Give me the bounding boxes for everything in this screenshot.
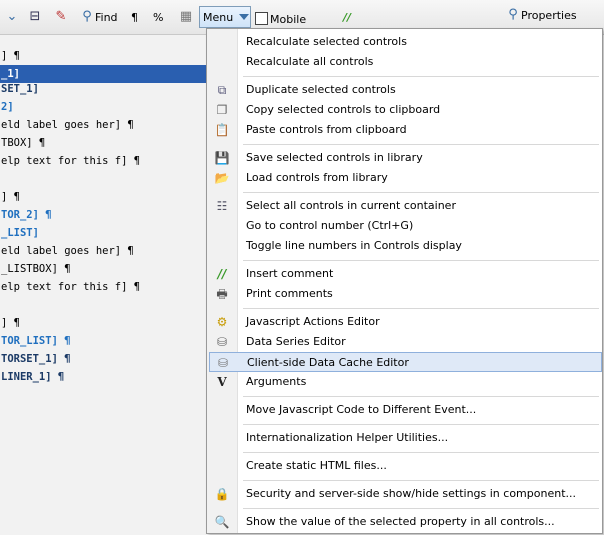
comment-icon[interactable]: // — [343, 7, 351, 27]
search-icon: ⚲ — [82, 9, 92, 24]
printer-icon: 🖶 — [216, 287, 228, 301]
grid-icon[interactable]: ▦ — [178, 7, 194, 27]
menu-item-js-actions[interactable]: ⚙ Javascript Actions Editor — [209, 312, 602, 332]
controls-tree: ] ¶ _1] SET_1] 2] eld label goes her] ¶ … — [0, 35, 207, 535]
tree-line[interactable]: TORSET_1] ¶ — [0, 350, 71, 368]
menu-item-data-cache[interactable]: ⛁ Client-side Data Cache Editor — [209, 352, 602, 372]
tree-icon[interactable]: ⊟ — [27, 7, 43, 27]
menu-item-show-property-value[interactable]: 🔍 Show the value of the selected propert… — [209, 512, 602, 532]
tree-line[interactable]: eld label goes her] ¶ — [0, 242, 134, 260]
save-icon: 💾 — [214, 151, 230, 165]
tree-line[interactable]: ] ¶ — [0, 188, 20, 206]
tree-line[interactable]: _LIST] — [0, 224, 39, 242]
mobile-label: Mobile — [270, 12, 307, 26]
menu-item-print-comments[interactable]: 🖶 Print comments — [209, 284, 602, 304]
wizard-icon[interactable]: ✎ — [53, 7, 69, 27]
dropdown-menu: Recalculate selected controls Recalculat… — [206, 28, 603, 534]
menu-item-i18n[interactable]: Internationalization Helper Utilities... — [209, 428, 602, 448]
find-button[interactable]: ⚲ Find — [79, 7, 118, 27]
find-label: Find — [95, 10, 118, 24]
menu-item-paste[interactable]: 📋 Paste controls from clipboard — [209, 120, 602, 140]
menu-item-toggle-line-numbers[interactable]: Toggle line numbers in Controls display — [209, 236, 602, 256]
database-icon: ⛁ — [216, 335, 228, 349]
properties-label: Properties — [521, 8, 577, 22]
menu-separator — [243, 396, 599, 397]
search-icon: ⚲ — [508, 7, 518, 22]
menu-item-save-library[interactable]: 💾 Save selected controls in library — [209, 148, 602, 168]
menu-separator — [243, 452, 599, 453]
menu-button[interactable]: Menu — [199, 6, 251, 28]
menu-item-load-library[interactable]: 📂 Load controls from library — [209, 168, 602, 188]
menu-item-recalculate-selected[interactable]: Recalculate selected controls — [209, 32, 602, 52]
menu-item-recalculate-all[interactable]: Recalculate all controls — [209, 52, 602, 72]
cache-icon: ⛁ — [217, 356, 229, 370]
menu-item-security[interactable]: 🔒 Security and server-side show/hide set… — [209, 484, 602, 504]
tree-line[interactable]: _LISTBOX] ¶ — [0, 260, 71, 278]
menu-button-label: Menu — [203, 10, 234, 24]
copy-icon: ❐ — [216, 103, 228, 117]
menu-separator — [243, 192, 599, 193]
menu-item-move-js[interactable]: Move Javascript Code to Different Event.… — [209, 400, 602, 420]
menu-separator — [243, 260, 599, 261]
menu-separator — [243, 480, 599, 481]
actions-icon: ⚙ — [216, 315, 228, 329]
menu-item-insert-comment[interactable]: // Insert comment — [209, 264, 602, 284]
menu-separator — [243, 144, 599, 145]
tree-line[interactable]: elp text for this f] ¶ — [0, 278, 140, 296]
tree-line[interactable]: LINER_1] ¶ — [0, 368, 64, 386]
tree-line[interactable]: SET_1] — [0, 80, 39, 98]
menu-separator — [243, 508, 599, 509]
comment-icon: // — [217, 267, 227, 281]
chevron-down-icon — [239, 14, 250, 20]
tree-line[interactable]: 2] — [0, 98, 14, 116]
menu-item-go-to-control[interactable]: Go to control number (Ctrl+G) — [209, 216, 602, 236]
collapse-icon[interactable]: ⌄ — [4, 7, 20, 27]
tree-line[interactable]: TOR_LIST] ¶ — [0, 332, 71, 350]
properties-button[interactable]: ⚲ Properties — [505, 5, 577, 25]
paste-icon: 📋 — [214, 123, 230, 137]
menu-item-static-html[interactable]: Create static HTML files... — [209, 456, 602, 476]
pilcrow-button[interactable]: ¶ — [131, 7, 138, 27]
menu-item-arguments[interactable]: V Arguments — [209, 372, 602, 392]
menu-separator — [243, 308, 599, 309]
magnify-icon: 🔍 — [214, 515, 230, 529]
menu-separator — [243, 424, 599, 425]
lock-icon: 🔒 — [214, 487, 230, 501]
tree-line[interactable]: eld label goes her] ¶ — [0, 116, 134, 134]
mobile-checkbox[interactable] — [255, 12, 268, 25]
menu-separator — [243, 76, 599, 77]
tree-line[interactable]: ] ¶ — [0, 47, 20, 65]
tree-line[interactable]: ] ¶ — [0, 314, 20, 332]
tree-line[interactable]: TOR_2] ¶ — [0, 206, 52, 224]
folder-icon: 📂 — [214, 171, 230, 185]
tree-line[interactable]: elp text for this f] ¶ — [0, 152, 140, 170]
arguments-icon: V — [217, 375, 227, 389]
tree-line[interactable]: TBOX] ¶ — [0, 134, 45, 152]
percent-button[interactable]: % — [153, 7, 163, 27]
menu-item-select-all[interactable]: ☷ Select all controls in current contain… — [209, 196, 602, 216]
menu-item-data-series[interactable]: ⛁ Data Series Editor — [209, 332, 602, 352]
duplicate-icon: ⧉ — [217, 83, 227, 97]
tree-icon: ☷ — [216, 199, 228, 213]
menu-item-duplicate[interactable]: ⧉ Duplicate selected controls — [209, 80, 602, 100]
menu-item-copy[interactable]: ❐ Copy selected controls to clipboard — [209, 100, 602, 120]
